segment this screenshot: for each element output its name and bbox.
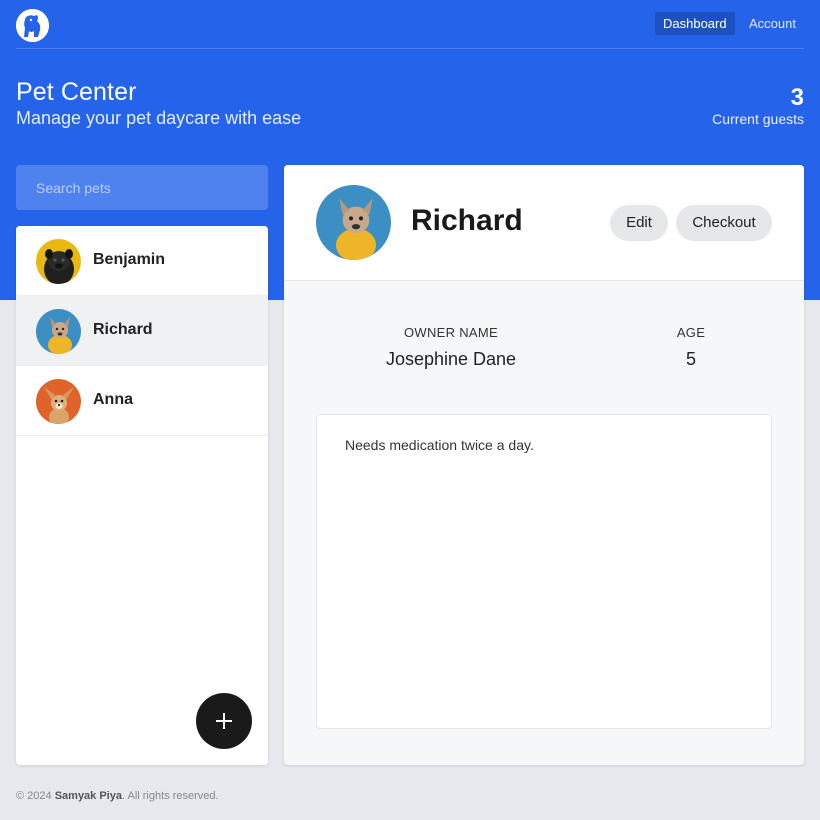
age-label: AGE [676, 325, 706, 340]
pug-avatar [36, 239, 81, 284]
pet-list: Benjamin Richard Anna [16, 226, 268, 765]
paw-logo-icon[interactable] [16, 9, 49, 42]
pet-list-item-richard[interactable]: Richard [16, 296, 268, 366]
footer-author: Samyak Piya [54, 790, 122, 802]
footer-suffix: . All rights reserved. [121, 790, 219, 802]
french-bulldog-avatar-large [316, 185, 391, 260]
pet-details: Richard Edit Checkout OWNER NAME Josephi… [284, 165, 804, 765]
page-title: Pet Center [16, 78, 137, 106]
pet-list-item-benjamin[interactable]: Benjamin [16, 226, 268, 296]
pet-notes: Needs medication twice a day. [316, 414, 772, 729]
edit-button[interactable]: Edit [610, 205, 668, 241]
pet-list-item-anna[interactable]: Anna [16, 366, 268, 436]
nav-dashboard-link[interactable]: Dashboard [655, 12, 735, 35]
owner-name-value: Josephine Dane [385, 349, 517, 369]
footer-prefix: © 2024 [16, 790, 55, 802]
french-bulldog-avatar [36, 309, 81, 354]
add-pet-button[interactable] [196, 693, 252, 749]
footer: © 2024 Samyak Piya. All rights reserved. [16, 790, 219, 802]
pet-name: Benjamin [93, 251, 166, 268]
guest-count-label: Current guests [712, 111, 804, 127]
plus-icon [216, 713, 232, 729]
top-nav: Dashboard Account [16, 0, 804, 49]
guest-count: 3 [790, 84, 804, 111]
page-subtitle: Manage your pet daycare with ease [16, 108, 302, 128]
checkout-button[interactable]: Checkout [676, 205, 772, 241]
chihuahua-avatar [36, 379, 81, 424]
pet-name: Richard [93, 321, 153, 338]
owner-name-label: OWNER NAME [404, 325, 498, 340]
pet-name: Anna [93, 391, 133, 408]
age-value: 5 [685, 349, 696, 369]
pet-details-header: Richard Edit Checkout [284, 165, 804, 281]
search-input[interactable] [16, 165, 268, 210]
nav-account-link[interactable]: Account [741, 12, 804, 35]
pet-center-app: Dashboard Account Pet Center Manage your… [0, 0, 820, 820]
pet-detail-name: Richard [411, 204, 523, 237]
